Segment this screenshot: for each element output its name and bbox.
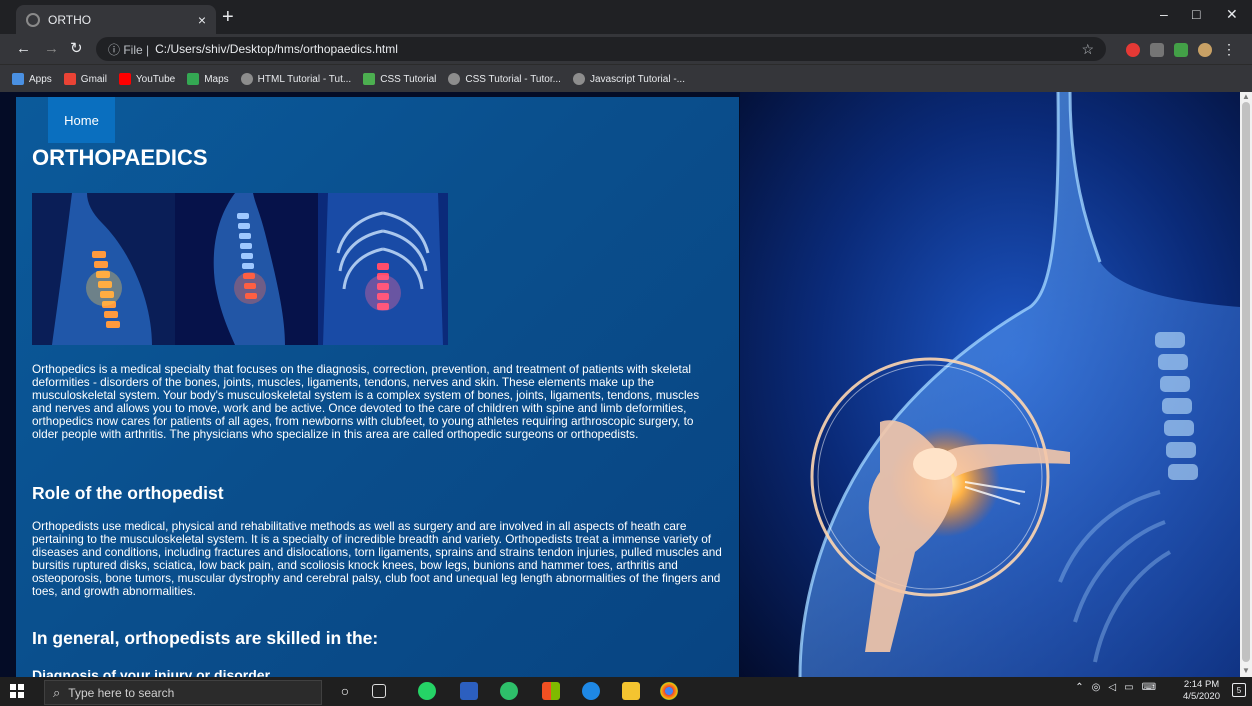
nav-home-link[interactable]: Home bbox=[48, 97, 115, 143]
skills-item-diagnosis: Diagnosis of your injury or disorder bbox=[32, 667, 271, 677]
w3-icon bbox=[448, 73, 461, 85]
page-title: ORTHOPAEDICS bbox=[32, 145, 208, 170]
scroll-up-icon[interactable]: ▲ bbox=[1242, 92, 1250, 101]
clock-date: 4/5/2020 bbox=[1183, 691, 1220, 702]
gmail-icon bbox=[63, 73, 76, 85]
page-scrollbar[interactable]: ▲ ▼ bbox=[1240, 92, 1252, 677]
maximize-icon[interactable]: □ bbox=[1192, 6, 1200, 22]
browser-tab[interactable]: ORTHO × bbox=[16, 5, 216, 34]
globe-icon bbox=[26, 12, 40, 27]
w3-icon bbox=[240, 73, 253, 85]
scroll-down-icon[interactable]: ▼ bbox=[1242, 666, 1250, 675]
taskbar-clock[interactable]: 2:14 PM 4/5/2020 bbox=[1183, 679, 1220, 703]
bookmark-css-tutorial-2[interactable]: CSS Tutorial - Tutor... bbox=[448, 73, 561, 85]
page-viewport: Home ORTHOPAEDICS Orthopedics is a medic… bbox=[0, 92, 1240, 677]
role-paragraph: Orthopedists use medical, physical and r… bbox=[32, 519, 722, 598]
main-content-panel: Home ORTHOPAEDICS Orthopedics is a medic… bbox=[16, 97, 739, 677]
menu-icon[interactable]: ⋮ bbox=[1222, 41, 1236, 58]
chevron-up-icon[interactable]: ⌃ bbox=[1075, 682, 1083, 693]
maps-icon bbox=[187, 73, 200, 85]
battery-icon[interactable]: ▭ bbox=[1124, 682, 1133, 693]
bookmark-apps[interactable]: Apps bbox=[12, 73, 52, 85]
site-info-icon[interactable]: ⓘ File | bbox=[108, 41, 149, 58]
chrome-icon[interactable] bbox=[660, 682, 678, 700]
app-icon[interactable] bbox=[500, 682, 518, 700]
scroll-thumb[interactable] bbox=[1242, 102, 1250, 662]
intro-paragraph: Orthopedics is a medical specialty that … bbox=[32, 362, 700, 441]
extension-green-icon[interactable] bbox=[1174, 42, 1188, 57]
forward-icon[interactable]: → bbox=[44, 41, 59, 56]
bookmark-gmail[interactable]: Gmail bbox=[63, 73, 107, 85]
bookmark-javascript-tutorial[interactable]: Javascript Tutorial -... bbox=[572, 73, 685, 85]
new-tab-button[interactable]: + bbox=[222, 7, 234, 27]
spine-image-strip bbox=[32, 193, 448, 345]
store-icon[interactable] bbox=[542, 682, 560, 700]
extension-grey-icon[interactable] bbox=[1150, 42, 1164, 57]
bookmark-html-tutorial[interactable]: HTML Tutorial - Tut... bbox=[240, 73, 351, 85]
volume-icon[interactable]: ◁ bbox=[1108, 682, 1116, 693]
notification-center-icon[interactable]: 5 bbox=[1232, 683, 1246, 697]
windows-start-icon[interactable] bbox=[10, 684, 24, 698]
file-explorer-icon[interactable] bbox=[622, 682, 640, 700]
network-icon[interactable]: ◎ bbox=[1092, 682, 1101, 693]
bookmark-youtube[interactable]: YouTube bbox=[118, 73, 175, 85]
reload-icon[interactable]: ↻ bbox=[70, 41, 83, 56]
back-icon[interactable]: ← bbox=[16, 41, 31, 56]
youtube-icon bbox=[118, 73, 131, 85]
css-icon bbox=[363, 73, 376, 85]
tab-strip: ORTHO × + – □ ✕ bbox=[0, 0, 1252, 34]
address-bar[interactable]: ⓘ File | C:/Users/shiv/Desktop/hms/ortho… bbox=[96, 37, 1106, 61]
extension-red-icon[interactable] bbox=[1126, 42, 1140, 57]
taskbar-search-box[interactable]: ⌕ Type here to search bbox=[44, 680, 322, 705]
cortana-icon[interactable]: ○ bbox=[336, 682, 354, 700]
skills-heading: In general, orthopedists are skilled in … bbox=[32, 628, 379, 648]
w3-icon bbox=[572, 73, 585, 85]
devcpp-icon[interactable] bbox=[460, 682, 478, 700]
profile-avatar[interactable] bbox=[1198, 42, 1212, 57]
bookmark-css-tutorial[interactable]: CSS Tutorial bbox=[363, 73, 436, 85]
system-tray: ⌃ ◎ ◁ ▭ ⌨ bbox=[1075, 682, 1156, 693]
whatsapp-icon[interactable] bbox=[418, 682, 436, 700]
shoulder-xray-background bbox=[740, 92, 1240, 677]
search-placeholder: Type here to search bbox=[68, 685, 175, 700]
bookmark-star-icon[interactable]: ☆ bbox=[1081, 41, 1094, 58]
tab-title: ORTHO bbox=[48, 12, 92, 27]
toolbar: ← → ↻ ⓘ File | C:/Users/shiv/Desktop/hms… bbox=[0, 34, 1252, 64]
search-icon: ⌕ bbox=[53, 684, 61, 700]
close-window-icon[interactable]: ✕ bbox=[1226, 6, 1238, 23]
bookmark-maps[interactable]: Maps bbox=[187, 73, 229, 85]
minimize-icon[interactable]: – bbox=[1160, 6, 1168, 22]
tab-close-icon[interactable]: × bbox=[198, 12, 206, 28]
task-view-icon[interactable] bbox=[372, 684, 386, 698]
back-spine-image bbox=[175, 193, 318, 345]
windows-taskbar: ⌕ Type here to search ○ ⌃ ◎ ◁ ▭ ⌨ 2:14 P… bbox=[0, 677, 1252, 706]
ribcage-spine-image bbox=[318, 193, 448, 345]
keyboard-icon[interactable]: ⌨ bbox=[1142, 682, 1156, 693]
role-heading: Role of the orthopedist bbox=[32, 483, 224, 503]
bookmarks-bar: Apps Gmail YouTube Maps HTML Tutorial - … bbox=[0, 64, 1252, 93]
address-url[interactable]: C:/Users/shiv/Desktop/hms/orthopaedics.h… bbox=[155, 42, 398, 56]
browser-window: ORTHO × + – □ ✕ ← → ↻ ⓘ File | C:/Users/… bbox=[0, 0, 1252, 93]
clock-time: 2:14 PM bbox=[1183, 679, 1220, 690]
edge-icon[interactable] bbox=[582, 682, 600, 700]
extension-area: ⋮ bbox=[1126, 41, 1236, 58]
apps-icon bbox=[12, 73, 24, 85]
neck-spine-image bbox=[32, 193, 175, 345]
